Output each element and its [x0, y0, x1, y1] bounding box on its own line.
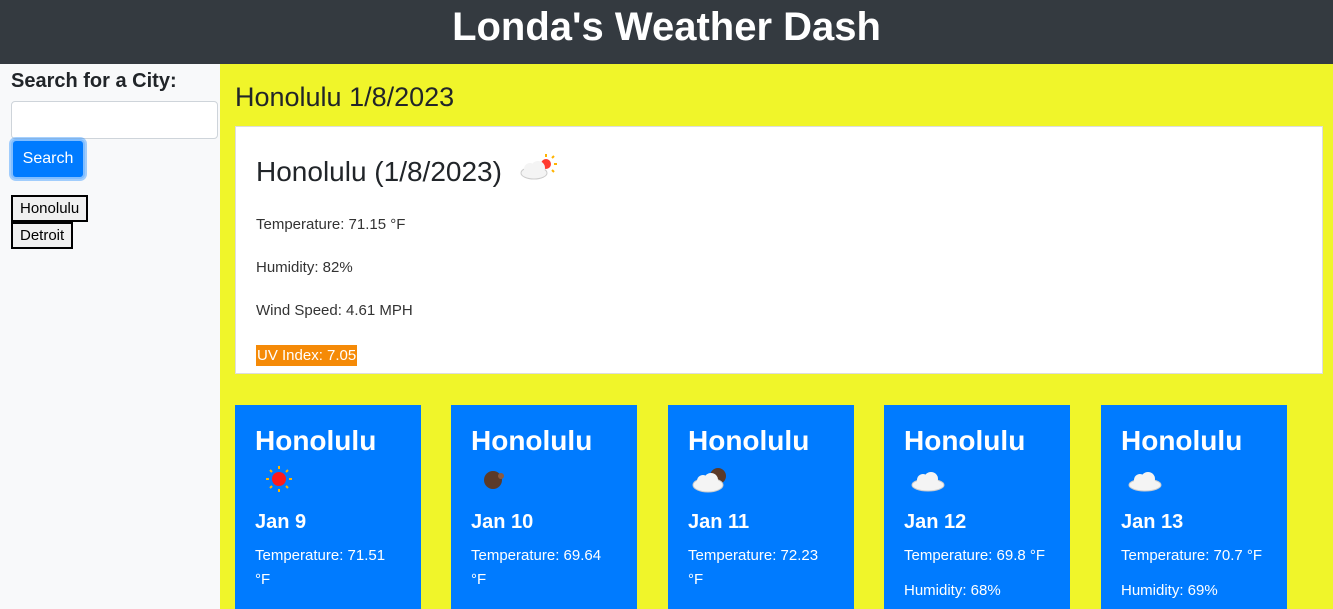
forecast-humidity: Humidity: 69% [1121, 582, 1218, 599]
current-title: Honolulu (1/8/2023) [256, 155, 502, 187]
current-title-row: Honolulu (1/8/2023) [256, 153, 1302, 190]
forecast-city: Honolulu [688, 425, 810, 456]
history-button-honolulu[interactable]: Honolulu [11, 195, 89, 222]
forecast-card: Honolulu Jan 9 Temperature: 71.51 °F [235, 405, 421, 609]
current-humidity: Humidity: 82% [256, 259, 353, 276]
moon-icon [471, 463, 617, 497]
forecast-city: Honolulu [255, 425, 377, 456]
forecast-temperature: Temperature: 70.7 °F [1121, 547, 1263, 564]
search-label: Search for a City: [11, 70, 177, 92]
main-panel: Honolulu 1/8/2023 Honolulu (1/8/2023) Te… [220, 64, 1333, 609]
forecast-temperature: Temperature: 72.23 °F [688, 547, 819, 588]
cloud-icon [904, 463, 1050, 497]
history-button-detroit[interactable]: Detroit [11, 222, 74, 249]
forecast-card: Honolulu Jan 13 Temperature: 70.7 °F Hum… [1101, 405, 1287, 609]
forecast-city: Honolulu [1121, 425, 1243, 456]
sun-icon [255, 463, 401, 497]
forecast-temperature: Temperature: 69.64 °F [471, 547, 602, 588]
forecast-city: Honolulu [471, 425, 593, 456]
current-wind-speed: Wind Speed: 4.61 MPH [256, 302, 413, 319]
forecast-card: Honolulu Jan 12 Temperature: 69.8 °F Hum… [884, 405, 1070, 609]
forecast-temperature: Temperature: 71.51 °F [255, 547, 386, 588]
forecast-date: Jan 12 [904, 511, 967, 533]
cloud-icon [1121, 463, 1267, 497]
forecast-temperature: Temperature: 69.8 °F [904, 547, 1046, 564]
forecast-date: Jan 11 [688, 511, 750, 533]
app-header: Londa's Weather Dash [0, 0, 1333, 64]
forecast-row: Honolulu Jan 9 Temperature: 71.51 °F Hon… [235, 405, 1305, 609]
current-temperature: Temperature: 71.15 °F [256, 216, 406, 233]
forecast-humidity: Humidity: 68% [904, 582, 1001, 599]
partly-sunny-icon [518, 153, 558, 190]
search-history: Honolulu Detroit [11, 195, 209, 249]
app-title: Londa's Weather Dash [452, 5, 881, 49]
forecast-date: Jan 10 [471, 511, 534, 533]
search-button[interactable]: Search [11, 139, 85, 179]
forecast-city: Honolulu [904, 425, 1026, 456]
sidebar: Search for a City: Search Honolulu Detro… [0, 64, 220, 609]
cloud-moon-icon [688, 463, 834, 497]
city-search-input[interactable] [11, 101, 218, 139]
forecast-date: Jan 13 [1121, 511, 1184, 533]
current-uv-row: UV Index: 7.05 [256, 345, 1302, 366]
page-title: Honolulu 1/8/2023 [235, 82, 455, 112]
forecast-date: Jan 9 [255, 511, 307, 533]
current-weather-card: Honolulu (1/8/2023) Temperature: 71.15 °… [235, 126, 1323, 374]
forecast-card: Honolulu Jan 11 Temperature: 72.23 °F [668, 405, 854, 609]
forecast-card: Honolulu Jan 10 Temperature: 69.64 °F [451, 405, 637, 609]
uv-index-badge: UV Index: 7.05 [256, 345, 358, 366]
